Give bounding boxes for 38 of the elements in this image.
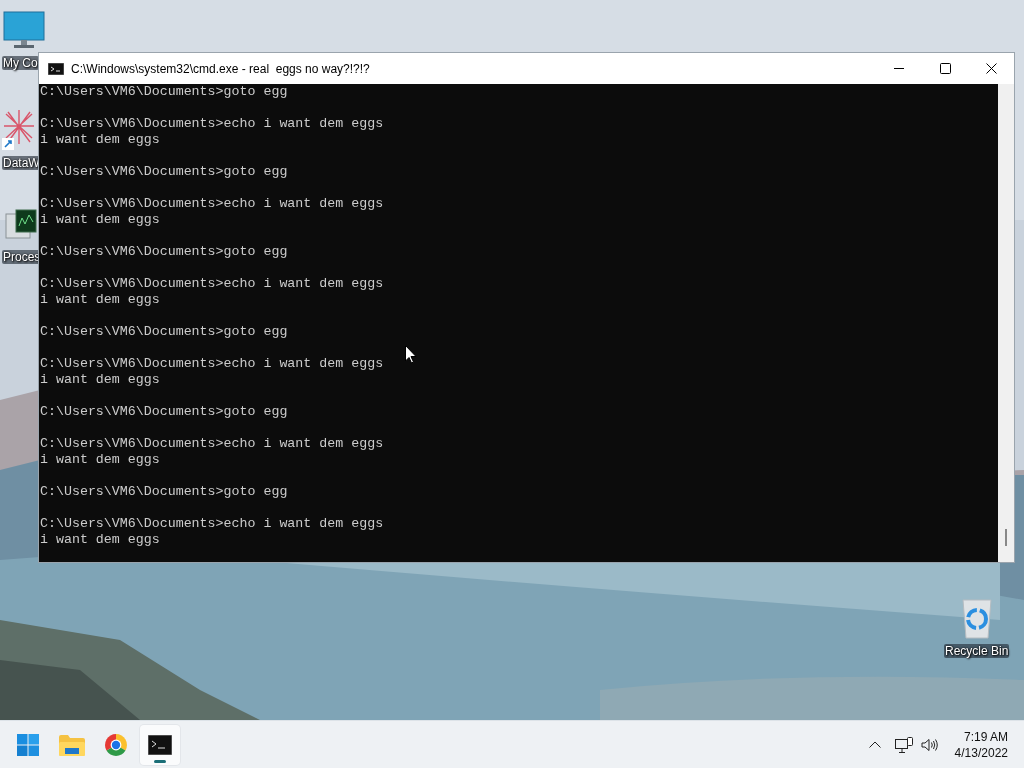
terminal-icon xyxy=(148,734,172,755)
volume-icon[interactable] xyxy=(920,737,939,752)
clock-time: 7:19 AM xyxy=(962,728,1008,745)
console-line: C:\Users\VM6\Documents>goto egg xyxy=(40,484,289,500)
console-line: C:\Users\VM6\Documents>echo i want dem eggs xyxy=(40,276,385,292)
scrollbar-thumb[interactable] xyxy=(1005,529,1007,546)
console-line: i want dem eggs xyxy=(40,212,161,228)
window-title: C:\Windows\system32\cmd.exe - real eggs no way?!?!? xyxy=(71,60,370,78)
windows-logo-icon xyxy=(17,733,39,756)
console-line: i want dem eggs xyxy=(40,292,161,308)
terminal-button[interactable] xyxy=(140,724,180,765)
network-icon[interactable] xyxy=(894,736,913,753)
console-line: C:\Users\VM6\Documents>echo i want dem eggs xyxy=(40,356,385,372)
console-line: C:\Users\VM6\Documents>goto egg xyxy=(40,324,289,340)
console-line: C:\Users\VM6\Documents>echo i want dem eggs xyxy=(40,436,385,452)
cursor-icon xyxy=(405,345,417,364)
console-line: C:\Users\VM6\Documents>goto egg xyxy=(40,164,289,180)
console-line: C:\Users\VM6\Documents>echo i want dem eggs xyxy=(40,116,385,132)
recycle-bin-icon xyxy=(959,598,994,640)
console-line: i want dem eggs xyxy=(40,532,161,548)
console-line: i want dem eggs xyxy=(40,132,161,148)
clock-date: 4/13/2022 xyxy=(954,744,1008,761)
network-graph-icon xyxy=(2,108,36,152)
maximize-icon xyxy=(939,63,951,74)
minimize-icon xyxy=(894,68,904,69)
console-line: C:\Users\VM6\Documents>echo i want dem eggs xyxy=(40,196,385,212)
monitor-icon xyxy=(2,10,46,50)
console-line: C:\Users\VM6\Documents>goto egg xyxy=(40,84,289,100)
folder-icon xyxy=(59,733,85,756)
console-line: C:\Users\VM6\Documents>goto egg xyxy=(40,244,289,259)
console-line: i want dem eggs xyxy=(40,452,161,468)
console-line: i want dem eggs xyxy=(40,372,161,388)
console-line: C:\Users\VM6\Documents>echo i want dem eggs xyxy=(40,516,385,532)
browser-icon xyxy=(104,732,128,757)
console-line: C:\Users\VM6\Documents>goto egg xyxy=(40,404,289,420)
close-icon xyxy=(985,63,997,74)
chevron-up-icon xyxy=(868,741,881,748)
console-icon xyxy=(48,62,64,75)
